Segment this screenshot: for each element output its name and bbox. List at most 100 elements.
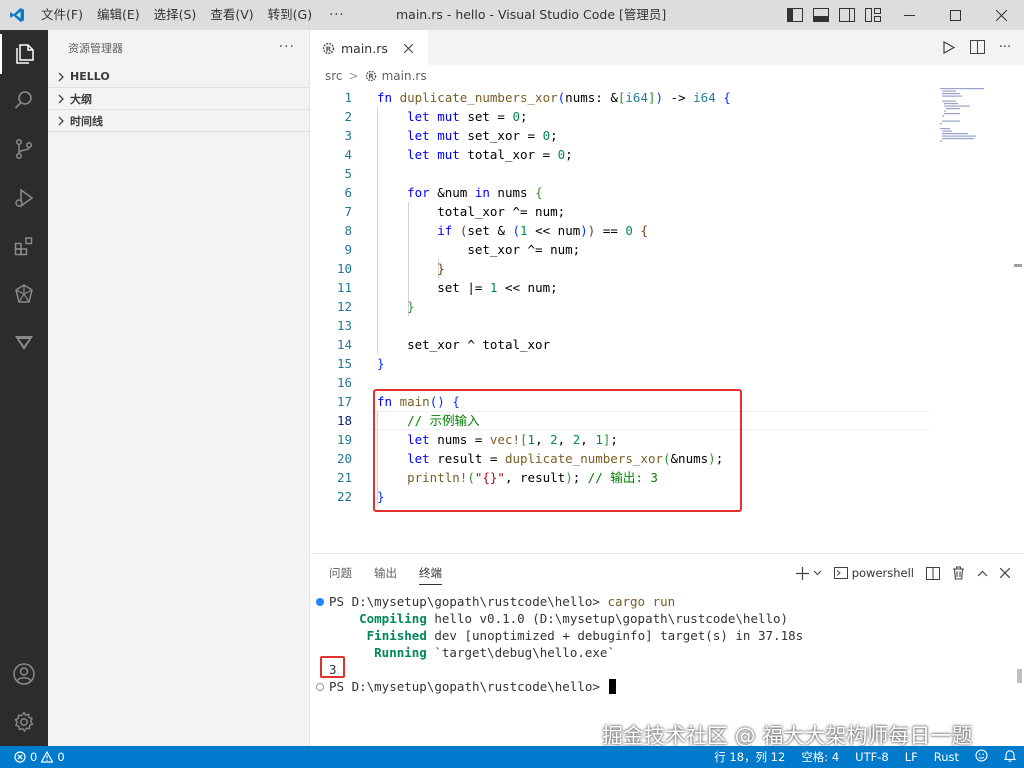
line-number: 21 — [336, 470, 352, 485]
menu-go[interactable]: 转到(G) — [261, 0, 319, 30]
token: mut — [437, 128, 460, 143]
breadcrumb-file[interactable]: main.rs — [382, 69, 427, 83]
file-encoding[interactable]: UTF-8 — [855, 750, 889, 764]
token: fn — [377, 90, 393, 105]
tab-problems[interactable]: 问题 — [329, 554, 352, 592]
title-bar: 文件(F) 编辑(E) 选择(S) 查看(V) 转到(G) ··· main.r… — [0, 0, 1024, 30]
token: 0 — [625, 223, 633, 238]
token: 0 — [542, 128, 551, 143]
section-timeline[interactable]: 时间线 — [48, 110, 309, 132]
split-editor-icon[interactable] — [968, 38, 986, 56]
token: let — [407, 109, 430, 124]
indentation[interactable]: 空格: 4 — [801, 749, 839, 765]
minimize-icon[interactable] — [886, 0, 932, 30]
cargo-status-label: Running — [374, 645, 427, 660]
code-line: 12 } — [310, 297, 1024, 316]
editor-tab-bar: R main.rs ··· — [310, 30, 1024, 65]
settings-gear-icon[interactable] — [0, 702, 48, 742]
search-icon[interactable] — [0, 80, 48, 120]
new-terminal-icon[interactable] — [795, 564, 809, 582]
more-actions-icon[interactable]: ··· — [996, 38, 1014, 56]
token: duplicate_numbers_xor — [399, 90, 558, 105]
terminal-line: 3 — [310, 661, 1024, 678]
annotation-box-main-function — [373, 389, 742, 512]
end-of-line[interactable]: LF — [905, 750, 918, 764]
powershell-selector[interactable]: powershell — [833, 564, 914, 582]
split-terminal-icon[interactable] — [926, 564, 940, 582]
cursor-position[interactable]: 行 18，列 12 — [714, 749, 785, 765]
code-line: 2 let mut set = 0; — [310, 107, 1024, 126]
section-outline[interactable]: 大纲 — [48, 88, 309, 110]
line-number: 20 — [336, 451, 352, 466]
run-file-icon[interactable] — [940, 38, 958, 56]
token: total_xor ^= num; — [437, 204, 566, 219]
command-success-dot-icon[interactable] — [316, 598, 324, 606]
token: } — [437, 261, 445, 276]
line-number: 15 — [336, 356, 352, 371]
token: set & — [467, 223, 513, 238]
language-mode[interactable]: Rust — [934, 750, 959, 764]
code-line: 4 let mut total_xor = 0; — [310, 145, 1024, 164]
section-hello[interactable]: HELLO — [48, 66, 309, 88]
token: ; — [565, 147, 573, 162]
line-number: 6 — [344, 185, 352, 200]
problems-status[interactable]: 0 0 — [0, 750, 65, 764]
sidebar-title: 资源管理器 — [68, 41, 123, 55]
command-pending-dot-icon[interactable] — [316, 683, 324, 691]
close-panel-icon[interactable] — [1000, 564, 1010, 582]
menu-edit[interactable]: 编辑(E) — [90, 0, 147, 30]
customize-layout-icon[interactable] — [864, 6, 882, 24]
remote-explorer-icon[interactable] — [0, 274, 48, 314]
feedback-icon[interactable] — [975, 749, 988, 765]
tab-main-rs[interactable]: R main.rs — [310, 30, 428, 65]
notifications-bell-icon[interactable] — [1003, 749, 1017, 765]
run-debug-icon[interactable] — [0, 178, 48, 218]
tab-output[interactable]: 输出 — [374, 554, 397, 592]
terminal-scrollbar[interactable] — [1017, 669, 1022, 683]
menu-more-button[interactable]: ··· — [319, 8, 354, 23]
error-count: 0 — [30, 750, 38, 764]
toggle-secondary-sidebar-icon[interactable] — [838, 6, 856, 24]
line-number: 1 — [344, 90, 352, 105]
terminal-text: dev [unoptimized + debuginfo] target(s) … — [426, 628, 804, 643]
menu-file[interactable]: 文件(F) — [34, 0, 90, 30]
terminal-output[interactable]: PS D:\mysetup\gopath\rustcode\hello> car… — [310, 593, 1024, 695]
warning-icon — [41, 751, 54, 763]
toggle-panel-icon[interactable] — [812, 6, 830, 24]
terminal-line: PS D:\mysetup\gopath\rustcode\hello> car… — [310, 593, 1024, 610]
line-number: 2 — [344, 109, 352, 124]
testing-icon[interactable] — [0, 322, 48, 362]
token: let — [407, 147, 430, 162]
close-tab-icon[interactable] — [403, 43, 413, 53]
maximize-panel-chevron-up-icon[interactable] — [977, 564, 988, 582]
token: &num — [429, 185, 475, 200]
window-title: main.rs - hello - Visual Studio Code [管理… — [396, 7, 667, 22]
menu-selection[interactable]: 选择(S) — [147, 0, 204, 30]
line-number: 4 — [344, 147, 352, 162]
toggle-primary-sidebar-icon[interactable] — [786, 6, 804, 24]
token: ; — [520, 109, 528, 124]
code-line: 3 let mut set_xor = 0; — [310, 126, 1024, 145]
tab-terminal[interactable]: 终端 — [419, 554, 442, 592]
breadcrumb-folder[interactable]: src — [325, 69, 343, 83]
token: for — [407, 185, 430, 200]
minimap[interactable] — [938, 86, 998, 146]
maximize-icon[interactable] — [932, 0, 978, 30]
sidebar-more-button[interactable]: ··· — [279, 39, 295, 55]
token: set_xor ^ total_xor — [407, 337, 551, 352]
menu-view[interactable]: 查看(V) — [203, 0, 260, 30]
section-label: 时间线 — [70, 114, 103, 128]
token: } — [407, 299, 415, 314]
account-icon[interactable] — [0, 654, 48, 694]
source-control-icon[interactable] — [0, 129, 48, 169]
scrollbar-position-marker[interactable] — [1014, 264, 1022, 267]
extensions-icon[interactable] — [0, 226, 48, 266]
explorer-icon[interactable] — [0, 34, 48, 74]
token: << num; — [497, 280, 558, 295]
close-window-icon[interactable] — [978, 0, 1024, 30]
token: nums: & — [565, 90, 618, 105]
chevron-down-icon[interactable] — [813, 564, 822, 582]
kill-terminal-trash-icon[interactable] — [952, 564, 965, 582]
vscode-logo-icon — [0, 0, 34, 30]
